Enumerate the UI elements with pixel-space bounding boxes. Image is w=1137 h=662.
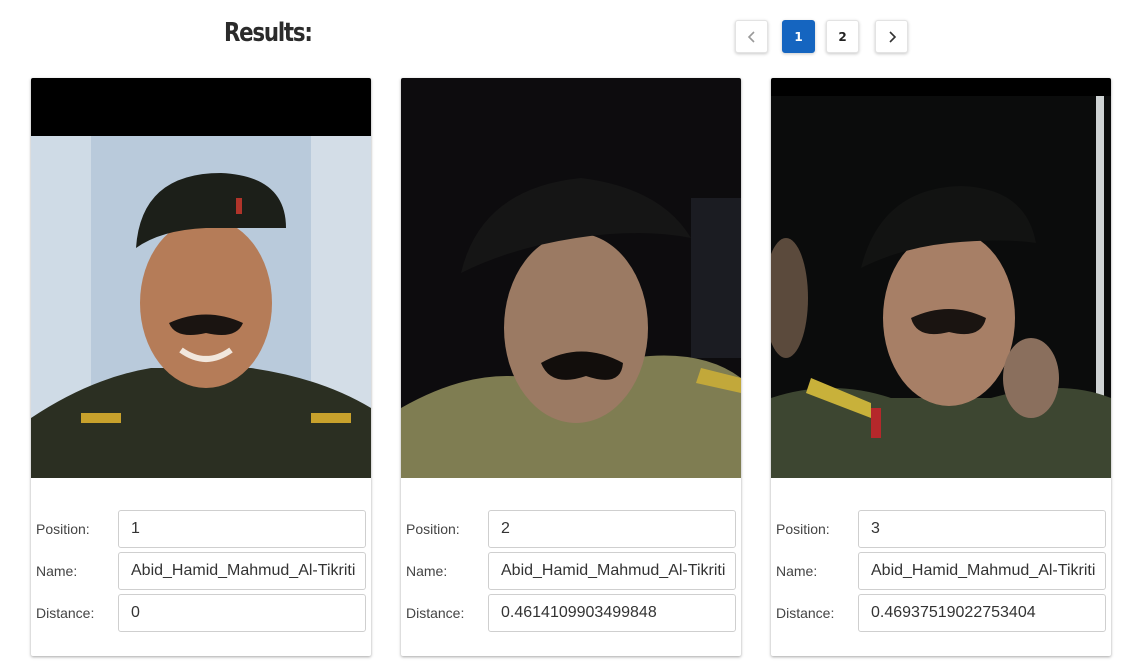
result-card: Position: 3 Name: Abid_Hamid_Mahmud_Al-T…	[771, 78, 1111, 656]
distance-row: Distance: 0	[31, 594, 371, 632]
next-page-button[interactable]	[875, 20, 908, 53]
position-field[interactable]: 2	[488, 510, 736, 548]
name-label: Name:	[406, 563, 448, 579]
distance-field[interactable]: 0.4614109903499848	[488, 594, 736, 632]
chevron-right-icon	[888, 30, 896, 43]
result-card: Position: 2 Name: Abid_Hamid_Mahmud_Al-T…	[401, 78, 741, 656]
name-label: Name:	[36, 563, 78, 579]
distance-field[interactable]: 0	[118, 594, 366, 632]
name-field[interactable]: Abid_Hamid_Mahmud_Al-Tikriti	[118, 552, 366, 590]
face-photo	[771, 78, 1111, 478]
face-photo	[31, 78, 371, 478]
position-row: Position: 2	[401, 510, 741, 548]
name-field[interactable]: Abid_Hamid_Mahmud_Al-Tikriti	[488, 552, 736, 590]
name-label: Name:	[776, 563, 818, 579]
result-card: Position: 1 Name: Abid_Hamid_Mahmud_Al-T…	[31, 78, 371, 656]
position-field[interactable]: 3	[858, 510, 1106, 548]
position-label: Position:	[406, 521, 460, 537]
distance-label: Distance:	[406, 605, 465, 621]
name-row: Name: Abid_Hamid_Mahmud_Al-Tikriti	[31, 552, 371, 590]
page-2-button[interactable]: 2	[826, 20, 859, 53]
distance-label: Distance:	[36, 605, 95, 621]
name-row: Name: Abid_Hamid_Mahmud_Al-Tikriti	[771, 552, 1111, 590]
name-field[interactable]: Abid_Hamid_Mahmud_Al-Tikriti	[858, 552, 1106, 590]
position-row: Position: 3	[771, 510, 1111, 548]
distance-row: Distance: 0.4614109903499848	[401, 594, 741, 632]
name-row: Name: Abid_Hamid_Mahmud_Al-Tikriti	[401, 552, 741, 590]
position-label: Position:	[776, 521, 830, 537]
position-row: Position: 1	[31, 510, 371, 548]
results-title: Results:	[224, 18, 313, 48]
distance-field[interactable]: 0.46937519022753404	[858, 594, 1106, 632]
page-1-button[interactable]: 1	[782, 20, 815, 53]
position-field[interactable]: 1	[118, 510, 366, 548]
prev-page-button[interactable]	[735, 20, 768, 53]
face-photo	[401, 78, 741, 478]
distance-row: Distance: 0.46937519022753404	[771, 594, 1111, 632]
chevron-left-icon	[747, 30, 755, 43]
distance-label: Distance:	[776, 605, 835, 621]
position-label: Position:	[36, 521, 90, 537]
